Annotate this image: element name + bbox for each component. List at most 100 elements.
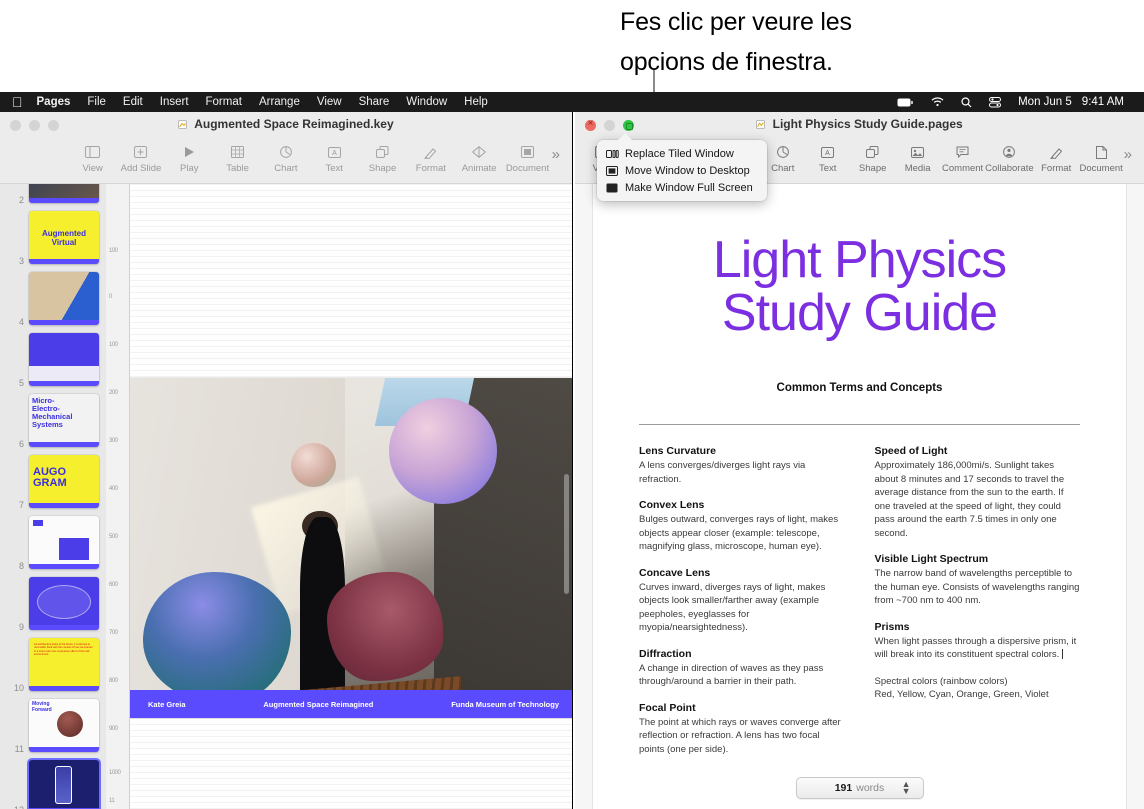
play-icon bbox=[184, 142, 195, 162]
text-icon: A bbox=[327, 142, 341, 162]
pages-document-area[interactable]: Light Physics Study Guide Common Terms a… bbox=[575, 184, 1144, 809]
toolbar-button-document[interactable]: Document bbox=[1079, 142, 1124, 174]
toolbar-button-shape[interactable]: Shape bbox=[358, 142, 406, 174]
toolbar-button-text[interactable]: A Text bbox=[805, 142, 850, 174]
toolbar-button-collaborate[interactable]: Collaborate bbox=[985, 142, 1034, 174]
slide-thumbnail[interactable] bbox=[29, 184, 99, 203]
menu-item-move-window-to-desktop[interactable]: Move Window to Desktop bbox=[597, 162, 767, 179]
term-body: Bulges outward, converges rays of light,… bbox=[639, 514, 839, 552]
slide-thumbnail[interactable]: Micro- Electro- Mechanical Systems bbox=[29, 394, 99, 447]
slide-thumbnail[interactable] bbox=[29, 272, 99, 325]
term-heading: Focal Point bbox=[639, 701, 696, 714]
slide-thumb-row[interactable]: Augmented Virtual 3 bbox=[18, 211, 106, 266]
toolbar-button-shape[interactable]: Shape bbox=[850, 142, 895, 174]
toolbar-overflow-button[interactable]: » bbox=[1124, 142, 1132, 163]
slide-thumbnail-selected[interactable] bbox=[29, 760, 99, 809]
menu-item-pages[interactable]: Pages bbox=[37, 96, 71, 108]
battery-icon[interactable] bbox=[897, 98, 914, 107]
toolbar-button-view[interactable]: View bbox=[69, 142, 117, 174]
vertical-scrollbar[interactable] bbox=[564, 474, 569, 594]
keynote-body: 2 Augmented Virtual 3 4 5 Micro- Electro- M… bbox=[0, 184, 572, 809]
menu-item-view[interactable]: View bbox=[317, 96, 342, 108]
slide-thumbnail[interactable]: AUGO GRAM bbox=[29, 455, 99, 508]
slide-thumb-title: AUGO GRAM bbox=[33, 466, 67, 489]
menu-bar-status-area: Mon Jun 5 9:41 AM bbox=[897, 96, 1144, 108]
move-window-to-desktop-icon bbox=[606, 165, 623, 176]
slide-thumb-row[interactable]: 5 bbox=[18, 333, 106, 388]
toolbar-button-format[interactable]: Format bbox=[1034, 142, 1079, 174]
menu-bar-date[interactable]: Mon Jun 5 bbox=[1018, 96, 1072, 108]
term-heading: Prisms bbox=[874, 620, 910, 633]
slide-thumbnail[interactable]: As architecture looks to the future, it … bbox=[29, 638, 99, 691]
toolbar-button-animate[interactable]: Animate bbox=[455, 142, 503, 174]
word-count-control[interactable]: 191 words ▲ ▼ bbox=[795, 777, 924, 799]
menu-item-help[interactable]: Help bbox=[464, 96, 488, 108]
menu-item-replace-tiled-window[interactable]: Replace Tiled Window bbox=[597, 145, 767, 162]
ruler-tick: 11 bbox=[109, 798, 115, 804]
document-page[interactable]: Light Physics Study Guide Common Terms a… bbox=[593, 184, 1126, 809]
slide-thumb-row[interactable]: 8 bbox=[18, 516, 106, 571]
toolbar-button-table[interactable]: Table bbox=[213, 142, 261, 174]
window-options-menu[interactable]: Replace Tiled Window Move Window to Desk… bbox=[597, 133, 767, 201]
current-slide[interactable]: Kate Greia Augmented Space Reimagined Fu… bbox=[130, 378, 572, 718]
toolbar-button-format[interactable]: Format bbox=[407, 142, 455, 174]
document-right-column: Speed of Light Approximately 186,000mi/s… bbox=[875, 445, 1081, 769]
search-icon[interactable] bbox=[961, 96, 972, 108]
toolbar-button-comment[interactable]: Comment bbox=[940, 142, 985, 174]
toolbar-button-document[interactable]: Document bbox=[503, 142, 551, 174]
word-count-unit: words bbox=[856, 782, 885, 794]
apple-logo-icon[interactable]:  bbox=[12, 95, 23, 109]
toolbar-label-document: Document bbox=[505, 163, 550, 174]
menu-item-file[interactable]: File bbox=[87, 96, 106, 108]
pages-title-bar[interactable]: Light Physics Study Guide.pages bbox=[575, 112, 1144, 138]
term-body: The narrow band of wavelengths perceptib… bbox=[874, 568, 1080, 606]
pages-document-icon bbox=[756, 118, 766, 132]
slide-thumbnail[interactable] bbox=[29, 516, 99, 569]
term-body: Approximately 186,000mi/s. Sunlight take… bbox=[874, 460, 1065, 539]
slide-navigator[interactable]: 2 Augmented Virtual 3 4 5 Micro- Electro- M… bbox=[0, 184, 106, 809]
menu-item-arrange[interactable]: Arrange bbox=[259, 96, 300, 108]
menu-item-edit[interactable]: Edit bbox=[123, 96, 143, 108]
term-heading: Lens Curvature bbox=[639, 445, 717, 457]
slide-thumb-row[interactable]: Moving Forward 11 bbox=[15, 699, 106, 754]
menu-item-share[interactable]: Share bbox=[359, 96, 390, 108]
trailing-line-2: Red, Yellow, Cyan, Orange, Green, Violet bbox=[874, 689, 1049, 700]
menu-item-make-window-full-screen[interactable]: Make Window Full Screen bbox=[597, 179, 767, 196]
stepper-icon[interactable]: ▲ ▼ bbox=[902, 780, 911, 796]
toolbar-overflow-button[interactable]: » bbox=[552, 142, 560, 163]
term-entry: Prisms When light passes through a dispe… bbox=[875, 621, 1081, 662]
keynote-title: Augmented Space Reimagined.key bbox=[0, 117, 572, 132]
toolbar-button-chart[interactable]: Chart bbox=[262, 142, 310, 174]
menu-item-format[interactable]: Format bbox=[206, 96, 242, 108]
slide-canvas[interactable]: Kate Greia Augmented Space Reimagined Fu… bbox=[130, 184, 572, 809]
toolbar-button-play[interactable]: Play bbox=[165, 142, 213, 174]
slide-thumbnail[interactable] bbox=[29, 577, 99, 630]
chart-icon bbox=[280, 142, 292, 162]
document-title: Light Physics Study Guide bbox=[593, 184, 1126, 340]
slide-thumb-row[interactable]: 4 bbox=[18, 272, 106, 327]
toolbar-label-play: Play bbox=[180, 163, 199, 174]
slide-thumb-row[interactable]: 9 bbox=[18, 577, 106, 632]
slide-number: 3 bbox=[18, 256, 24, 266]
wifi-icon[interactable] bbox=[931, 97, 944, 107]
menu-bar-time[interactable]: 9:41 AM bbox=[1082, 96, 1124, 108]
term-entry: Convex Lens Bulges outward, converges ra… bbox=[639, 499, 845, 554]
slide-thumb-row[interactable]: 2 bbox=[18, 184, 106, 205]
slide-thumbnail[interactable]: Augmented Virtual bbox=[29, 211, 99, 264]
slide-thumb-row[interactable]: As architecture looks to the future, it … bbox=[14, 638, 106, 693]
slide-thumb-row[interactable]: AUGO GRAM 7 bbox=[18, 455, 106, 510]
menu-item-insert[interactable]: Insert bbox=[160, 96, 189, 108]
keynote-title-bar[interactable]: Augmented Space Reimagined.key bbox=[0, 112, 572, 138]
toolbar-label-table: Table bbox=[226, 163, 249, 174]
toolbar-button-media[interactable]: Media bbox=[895, 142, 940, 174]
shape-icon bbox=[376, 142, 389, 162]
menu-item-window[interactable]: Window bbox=[406, 96, 447, 108]
toolbar-button-text[interactable]: A Text bbox=[310, 142, 358, 174]
slide-thumbnail[interactable]: Moving Forward bbox=[29, 699, 99, 752]
toolbar-button-add-slide[interactable]: Add Slide bbox=[117, 142, 165, 174]
slide-thumb-row[interactable]: 12 bbox=[14, 760, 106, 809]
slide-thumb-row[interactable]: Micro- Electro- Mechanical Systems 6 bbox=[18, 394, 106, 449]
slide-thumbnail[interactable] bbox=[29, 333, 99, 386]
control-center-icon[interactable] bbox=[989, 96, 1002, 108]
vertical-ruler[interactable]: 100 0 100 200 300 400 500 600 700 800 90… bbox=[106, 184, 130, 809]
